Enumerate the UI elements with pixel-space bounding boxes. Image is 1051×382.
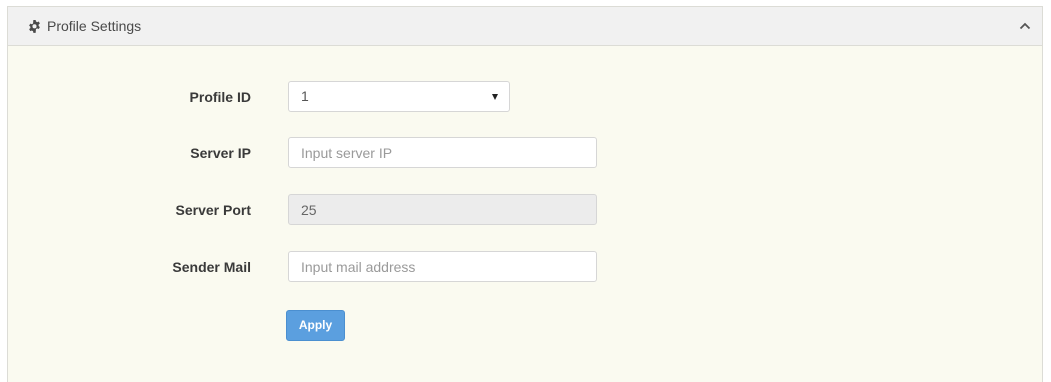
gear-icon bbox=[29, 20, 40, 33]
sender-mail-label: Sender Mail bbox=[172, 259, 251, 275]
profile-id-selected-value: 1 bbox=[301, 88, 309, 104]
caret-down-icon bbox=[492, 94, 498, 100]
apply-button[interactable]: Apply bbox=[286, 310, 345, 341]
chevron-up-icon[interactable] bbox=[1019, 21, 1031, 31]
server-port-input bbox=[288, 194, 597, 225]
panel-title: Profile Settings bbox=[47, 18, 142, 34]
profile-settings-panel: Profile Settings Profile ID 1 Server IP … bbox=[7, 6, 1043, 382]
profile-id-select[interactable]: 1 bbox=[288, 81, 510, 112]
profile-id-label: Profile ID bbox=[189, 89, 251, 105]
panel-header[interactable]: Profile Settings bbox=[8, 7, 1042, 46]
server-port-label: Server Port bbox=[175, 202, 251, 218]
sender-mail-input[interactable] bbox=[288, 251, 597, 282]
server-ip-label: Server IP bbox=[190, 145, 251, 161]
server-ip-input[interactable] bbox=[288, 137, 597, 168]
